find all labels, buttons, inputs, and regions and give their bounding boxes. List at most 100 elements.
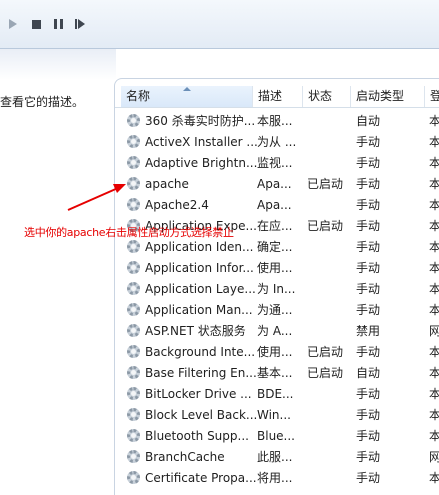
service-logon-as: 本 <box>429 363 439 384</box>
service-logon-as: 本 <box>429 468 439 489</box>
service-description: 监视... <box>257 156 293 170</box>
service-startup-type: 禁用 <box>356 324 381 338</box>
service-description: 此服... <box>257 450 293 464</box>
service-row[interactable]: Application Iden...确定... 手动 本 <box>115 237 439 258</box>
service-row[interactable] <box>115 489 439 495</box>
service-startup-type: 手动 <box>356 471 381 485</box>
service-description: Apa... <box>257 177 292 191</box>
service-row[interactable]: Application Infor...使用... 手动 本 <box>115 258 439 279</box>
service-name: ActiveX Installer ... <box>145 135 258 149</box>
service-startup-type <box>356 489 426 495</box>
service-description <box>257 489 303 495</box>
service-row[interactable]: Certificate Propa...将用... 手动 本 <box>115 468 439 489</box>
service-startup-type: 手动 <box>356 240 381 254</box>
column-header-description[interactable]: 描述 <box>253 86 303 107</box>
service-status <box>307 321 351 342</box>
service-row[interactable]: apache Apa... 已启动手动 本 <box>115 174 439 195</box>
service-status <box>307 447 351 468</box>
service-row[interactable]: Background Inte...使用... 已启动手动 本 <box>115 342 439 363</box>
service-startup-type: 手动 <box>356 156 381 170</box>
service-row[interactable]: Apache2.4 Apa... 手动 本 <box>115 195 439 216</box>
service-status <box>307 300 351 321</box>
service-name: Background Inte... <box>145 345 256 359</box>
service-status <box>307 384 351 405</box>
service-name: ASP.NET 状态服务 <box>145 324 246 338</box>
service-startup-type: 手动 <box>356 345 381 359</box>
service-startup-type: 自动 <box>356 366 381 380</box>
column-header-status-label: 状态 <box>308 89 333 103</box>
service-row[interactable]: BranchCache 此服... 手动 网 <box>115 447 439 468</box>
column-header-row: 名称 描述 状态 启动类型 登 <box>115 86 439 108</box>
column-header-description-label: 描述 <box>258 89 283 103</box>
service-logon-as: 本 <box>429 174 439 195</box>
service-status <box>307 426 351 447</box>
service-row[interactable]: 360 杀毒实时防护...本服... 自动 本 <box>115 111 439 132</box>
column-header-name[interactable]: 名称 <box>121 86 253 107</box>
service-logon-as: 网 <box>429 321 439 342</box>
service-name: Application Iden... <box>145 240 254 254</box>
service-status <box>307 195 351 216</box>
column-header-status[interactable]: 状态 <box>303 86 351 107</box>
service-description: 为从 ... <box>257 135 297 149</box>
service-logon-as: 本 <box>429 342 439 363</box>
service-rows: 360 杀毒实时防护...本服...自动本ActiveX Installer .… <box>115 111 439 495</box>
service-logon-as: 本 <box>429 279 439 300</box>
service-row[interactable]: Bluetooth Supp... Blue... 手动 本 <box>115 426 439 447</box>
column-header-startup-type[interactable]: 启动类型 <box>351 86 425 107</box>
service-startup-type: 手动 <box>356 408 381 422</box>
column-header-startup-type-label: 启动类型 <box>356 89 405 103</box>
service-row[interactable]: BitLocker Drive ... BDE... 手动 本 <box>115 384 439 405</box>
service-startup-type: 手动 <box>356 429 381 443</box>
service-logon-as: 本 <box>429 384 439 405</box>
service-logon-as: 网 <box>429 447 439 468</box>
service-name: Block Level Back... <box>145 408 258 422</box>
service-status: 已启动 <box>307 345 344 359</box>
service-description: 在应... <box>257 219 293 233</box>
service-row[interactable]: Application Laye...为 In... 手动 本 <box>115 279 439 300</box>
stop-icon[interactable] <box>27 15 45 33</box>
service-description: 为 A... <box>257 324 293 338</box>
service-row[interactable]: ASP.NET 状态服务为 A... 禁用 网 <box>115 321 439 342</box>
service-description: Blue... <box>257 429 295 443</box>
restart-icon[interactable] <box>71 15 89 33</box>
service-description: Apa... <box>257 198 292 212</box>
service-description: 使用... <box>257 345 293 359</box>
service-logon-as: 本 <box>429 111 439 132</box>
service-status: 已启动 <box>307 219 344 233</box>
service-name: Certificate Propa... <box>145 471 257 485</box>
service-startup-type: 手动 <box>356 282 381 296</box>
service-status <box>307 405 351 426</box>
service-startup-type: 手动 <box>356 303 381 317</box>
service-logon-as: 本 <box>429 237 439 258</box>
service-description: 确定... <box>257 240 293 254</box>
service-name: 360 杀毒实时防护... <box>145 114 256 128</box>
service-name: apache <box>145 177 189 191</box>
service-startup-type: 手动 <box>356 135 381 149</box>
service-name: Bluetooth Supp... <box>145 429 249 443</box>
service-logon-as: 本 <box>429 426 439 447</box>
service-description: 使用... <box>257 261 293 275</box>
service-row[interactable]: Application Man... 为通... 手动 本 <box>115 300 439 321</box>
service-name <box>127 489 271 495</box>
service-description: 为 In... <box>257 282 296 296</box>
service-row[interactable]: Block Level Back...Win... 手动 本 <box>115 405 439 426</box>
service-status <box>307 111 351 132</box>
service-description: 将用... <box>257 471 293 485</box>
service-name: Application Laye... <box>145 282 256 296</box>
service-status <box>307 153 351 174</box>
pause-icon[interactable] <box>49 15 67 33</box>
service-status <box>307 237 351 258</box>
service-startup-type: 自动 <box>356 114 381 128</box>
service-row[interactable]: Adaptive Brightn...监视... 手动 本 <box>115 153 439 174</box>
service-logon-as: 本 <box>429 405 439 426</box>
service-logon-as: 本 <box>429 132 439 153</box>
service-row[interactable]: Base Filtering En...基本... 已启动自动 本 <box>115 363 439 384</box>
service-logon-as: 本 <box>429 216 439 237</box>
column-header-logon-as[interactable]: 登 <box>425 86 439 107</box>
play-icon[interactable] <box>4 15 22 33</box>
service-name: Base Filtering En... <box>145 366 257 380</box>
sort-ascending-icon <box>183 87 191 91</box>
service-logon-as <box>429 489 439 495</box>
service-row[interactable]: ActiveX Installer ...为从 ... 手动 本 <box>115 132 439 153</box>
service-startup-type: 手动 <box>356 261 381 275</box>
